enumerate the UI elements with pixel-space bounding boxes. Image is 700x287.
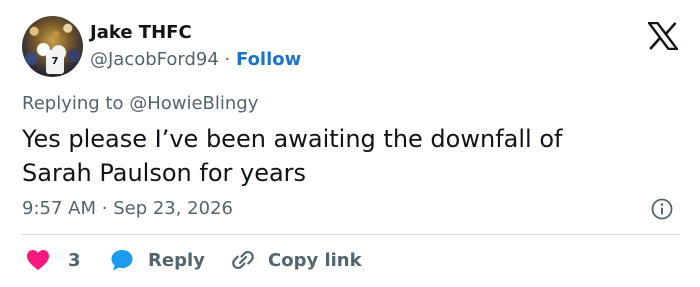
avatar[interactable]: 7 [22,16,83,77]
link-icon [232,250,254,270]
follow-button[interactable]: Follow [236,49,301,70]
author-handle[interactable]: @JacobFord94 [90,49,219,70]
reply-context: Replying to @HowieBlingy [22,93,258,114]
author-handle-row: @JacobFord94 · Follow [90,49,301,70]
info-icon[interactable] [651,198,673,220]
divider [22,234,679,235]
like-count: 3 [68,249,81,271]
tweet-text: Yes please I’ve been awaiting the downfa… [22,122,662,190]
tweet-text-line-1: Yes please I’ve been awaiting the downfa… [22,125,563,153]
heart-icon [27,250,49,270]
tweet-date: Sep 23, 2026 [113,198,233,219]
tweet-timestamp[interactable]: 9:57 AM · Sep 23, 2026 [22,198,233,219]
x-logo-icon[interactable] [648,22,678,50]
reply-mention-link[interactable]: @HowieBlingy [129,93,258,114]
tweet-embed: 7 Jake THFC @JacobFord94 · Follow Replyi… [0,0,700,287]
tweet-text-line-2: Sarah Paulson for years [22,159,307,187]
reply-button[interactable]: Reply [110,246,205,274]
author-display-name[interactable]: Jake THFC [90,22,192,43]
copy-link-button[interactable]: Copy link [230,246,362,274]
handle-separator: · [224,49,236,70]
timestamp-separator: · [101,198,114,219]
tweet-time: 9:57 AM [22,198,96,219]
avatar-shirt-number: 7 [46,50,64,74]
reply-label: Reply [148,249,205,271]
speech-bubble-icon [111,250,133,271]
like-button[interactable]: 3 [26,246,81,274]
copy-link-label: Copy link [268,249,362,271]
reply-context-prefix: Replying to [22,93,130,114]
